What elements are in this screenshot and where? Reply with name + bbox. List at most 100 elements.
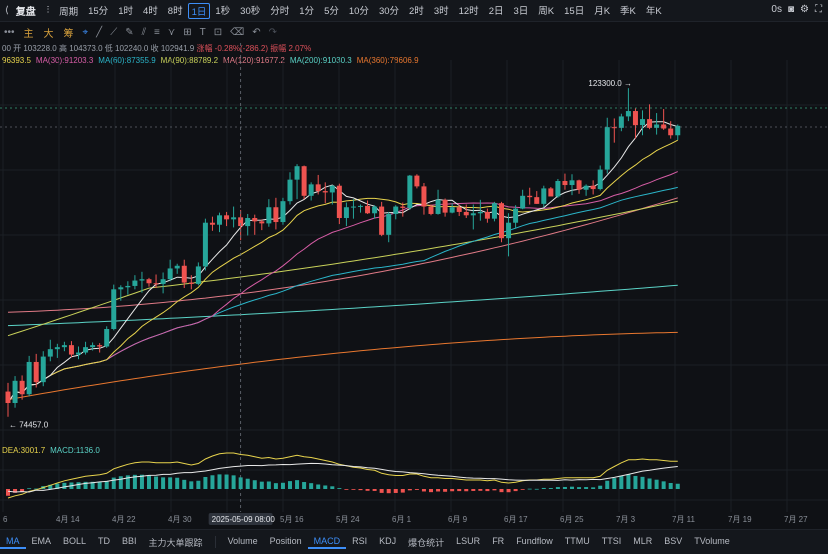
macd-bar [619,475,624,489]
candle-body [428,206,434,214]
candle-body [266,207,272,224]
candle-body [61,345,67,348]
high-annotation: 123300.0 → [588,79,632,88]
macd-bar [273,483,278,489]
candle-body [449,207,455,213]
candle-body [499,203,504,239]
overlay-indicator-3[interactable]: TD [92,536,116,549]
candle-body [139,279,145,281]
sub-indicator-5[interactable]: 爆仓统计 [402,536,450,549]
candle-body [548,188,554,197]
sub-indicator-11[interactable]: MLR [627,536,658,549]
macd-bar [118,476,123,489]
macd-bar [203,477,208,489]
sub-indicator-9[interactable]: TTMU [559,536,596,549]
candle-body [576,180,582,190]
x-tick-label: 6 [3,515,8,524]
candle-body [343,207,349,218]
candle-body [400,206,406,208]
sub-indicator-2[interactable]: MACD [307,536,347,549]
macd-bar [485,489,490,492]
indicator-divider [214,536,216,548]
x-tick-label: 7月 11 [672,515,696,524]
candle-body [252,218,258,222]
candle-body [5,391,11,403]
x-tick-label: 4月 14 [56,515,80,524]
x-tick-label: 6月 1 [392,515,412,524]
candle-body [146,279,152,284]
macd-bar [492,489,497,491]
overlay-indicator-2[interactable]: BOLL [57,536,92,549]
candle-body [435,199,441,214]
x-tick-label: 5月 16 [280,515,304,524]
sub-indicator-1[interactable]: Position [264,536,308,549]
sub-indicator-0[interactable]: Volume [222,536,264,549]
macd-bar [443,489,448,492]
candle-body [350,206,356,208]
candle-body [33,361,39,383]
candle-body [231,217,237,220]
candle-body [562,181,568,186]
sub-indicator-12[interactable]: BSV [658,536,688,549]
macd-bar [175,477,180,489]
overlay-indicator-5[interactable]: 主力大单跟踪 [143,536,209,549]
macd-bar [407,489,412,491]
ma200-line [7,284,678,327]
sub-indicator-4[interactable]: KDJ [373,536,402,549]
candle-body [153,283,159,285]
macd-bar [541,487,546,489]
low-annotation: ← 74457.0 [9,421,49,430]
candle-body [527,195,533,198]
candle-body [26,361,32,395]
candle-body [569,180,575,186]
macd-bar [400,489,405,493]
macd-bar [217,474,222,489]
macd-bar [351,489,356,490]
candle-body [104,329,110,347]
macd-bar [421,489,426,492]
macd-bar [675,483,680,489]
macd-bar [633,475,638,489]
candle-body [90,345,96,348]
macd-bar [605,480,610,489]
overlay-indicator-1[interactable]: EMA [26,536,58,549]
sub-indicator-8[interactable]: Fundflow [510,536,559,549]
sub-indicator-10[interactable]: TTSI [596,536,628,549]
x-tick-label: 7月 19 [728,515,752,524]
candle-body [640,119,645,126]
candle-body [329,185,335,193]
macd-bar [414,489,419,490]
macd-bar [252,480,257,489]
sub-indicator-13[interactable]: TVolume [688,536,736,549]
macd-bar [245,478,250,489]
candle-body [491,203,497,219]
ma90-line [7,200,678,337]
macd-bar [76,482,81,489]
x-tick-label: 6月 17 [504,515,528,524]
candle-body [273,207,279,223]
macd-bar [464,489,469,492]
macd-bar [161,477,166,489]
candle-body [68,345,74,355]
macd-bar [147,475,151,489]
macd-bar [478,489,483,491]
candle-body [358,205,363,207]
candle-body [513,208,519,223]
macd-bar [513,489,518,492]
sub-indicator-3[interactable]: RSI [346,536,373,549]
candle-body [301,166,307,196]
macd-bar [196,480,201,489]
sub-indicator-7[interactable]: FR [486,536,510,549]
candle-body [181,265,187,283]
candle-body [604,127,610,170]
overlay-indicator-0[interactable]: MA [0,536,26,549]
candle-body [315,184,321,192]
macd-bar [27,488,32,490]
overlay-indicator-4[interactable]: BBI [116,536,143,549]
candle-body [308,184,314,196]
candle-body [287,179,293,202]
sub-indicator-6[interactable]: LSUR [450,536,486,549]
macd-bar [661,481,666,489]
x-tick-label: 7月 3 [616,515,636,524]
macd-bar [548,488,553,489]
